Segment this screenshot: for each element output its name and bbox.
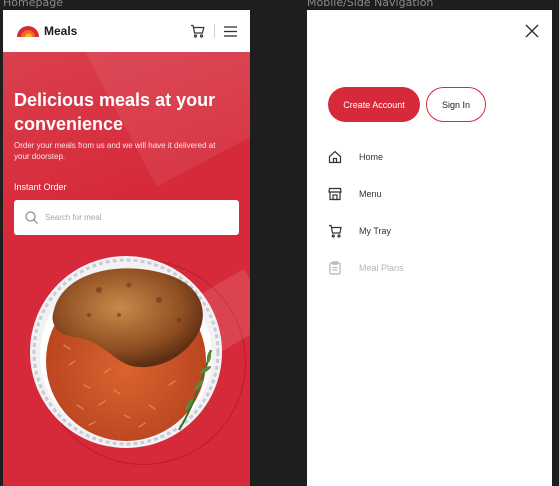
instant-order-label: Instant Order xyxy=(14,182,67,192)
nav-item-label: Home xyxy=(359,152,384,162)
nav-item-meal-plans: Meal Plans xyxy=(328,261,404,275)
cart-icon xyxy=(329,224,342,238)
nav-item-my-tray[interactable]: My Tray xyxy=(328,224,391,238)
hero-subtitle: Order your meals from us and we will hav… xyxy=(14,141,216,161)
nav-item-label: My Tray xyxy=(359,226,392,236)
logo-text: Meals xyxy=(44,24,78,38)
cart-icon[interactable] xyxy=(190,24,205,38)
search-icon xyxy=(25,211,38,224)
frame-label-homepage: Homepage xyxy=(3,0,63,9)
side-navigation-frame: Create Account Sign In Home Menu My Tray… xyxy=(307,10,552,486)
store-icon xyxy=(328,187,342,201)
hero-title: Delicious meals at your convenience xyxy=(14,90,216,134)
close-icon[interactable] xyxy=(525,24,539,38)
clipboard-icon xyxy=(329,261,341,275)
menu-icon[interactable] xyxy=(224,25,237,37)
nav-item-home[interactable]: Home xyxy=(328,150,383,164)
logo-mark-icon xyxy=(17,26,39,37)
nav-item-menu[interactable]: Menu xyxy=(328,187,382,201)
search-input[interactable] xyxy=(45,213,205,222)
meal-image xyxy=(30,256,222,448)
homepage-frame: Meals Delicious meals at your convenienc… xyxy=(3,10,250,486)
top-bar: Meals xyxy=(3,10,250,52)
nav-item-label: Meal Plans xyxy=(359,263,404,273)
create-account-button[interactable]: Create Account xyxy=(328,87,420,122)
toolbar-divider xyxy=(214,24,215,38)
logo[interactable]: Meals xyxy=(16,24,77,38)
sign-in-button[interactable]: Sign In xyxy=(426,87,486,122)
nav-item-label: Menu xyxy=(359,189,382,199)
search-bar[interactable] xyxy=(14,200,239,235)
home-icon xyxy=(328,150,342,164)
frame-label-side-navigation: Mobile/Side Navigation xyxy=(307,0,434,9)
